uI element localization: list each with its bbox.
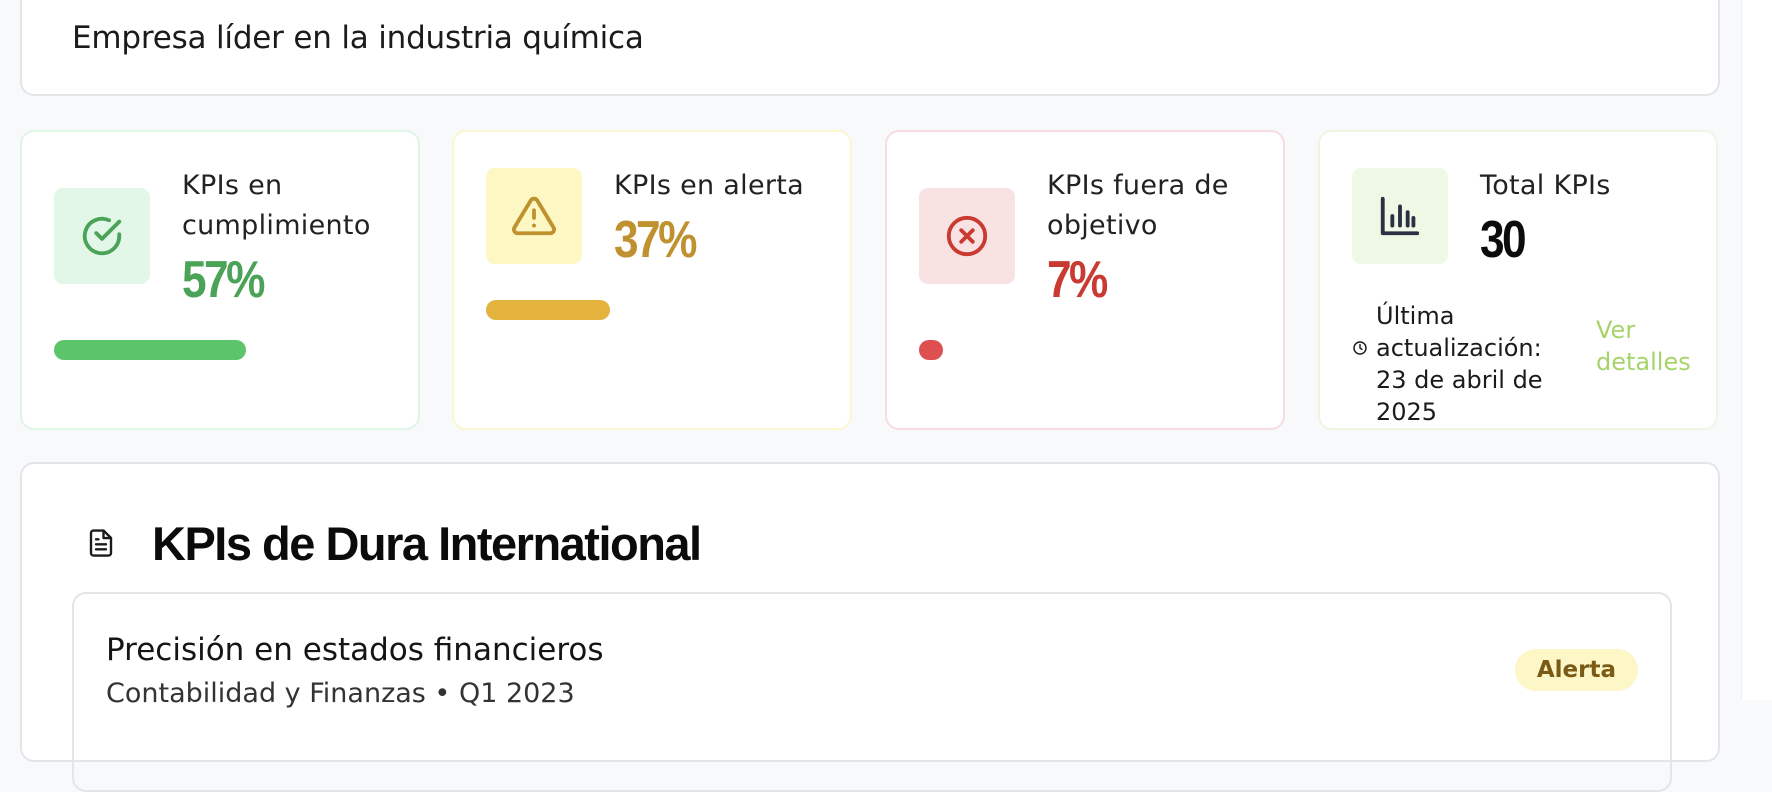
kpi-compliance-label: KPIs en cumplimiento [182, 170, 371, 241]
kpi-off-target-value: 7% [1047, 251, 1108, 309]
kpi-total-label: Total KPIs [1480, 170, 1611, 201]
kpi-off-target-label: KPIs fuera de objetivo [1047, 170, 1229, 241]
section-title: KPIs de Dura International [152, 517, 702, 570]
company-subtitle: Empresa líder en la industria química [72, 20, 644, 56]
view-details-link[interactable]: Ver detalles [1596, 314, 1696, 378]
kpi-card-total: Total KPIs 30 Última actualización: 23 d… [1318, 130, 1718, 430]
x-circle-icon [919, 188, 1015, 284]
kpi-item-title: Precisión en estados financieros [106, 632, 604, 668]
kpi-list-item[interactable]: Precisión en estados financieros Contabi… [72, 592, 1672, 792]
status-badge: Alerta [1514, 649, 1638, 691]
last-updated-text: Última actualización: 23 de abril de 202… [1376, 302, 1543, 426]
company-header-card: Empresa líder en la industria química [20, 0, 1720, 96]
clock-icon [1352, 340, 1368, 360]
kpi-off-target-progress-bar [919, 340, 943, 360]
kpi-item-meta: Contabilidad y Finanzas • Q1 2023 [106, 678, 575, 709]
kpi-card-compliance: KPIs en cumplimiento 57% [20, 130, 420, 430]
kpi-compliance-value: 57% [182, 251, 265, 309]
kpi-card-off-target: KPIs fuera de objetivo 7% [885, 130, 1285, 430]
kpi-alert-progress-bar [486, 300, 610, 320]
kpi-compliance-progress-bar [54, 340, 246, 360]
kpi-alert-label: KPIs en alerta [614, 170, 804, 201]
check-circle-icon [54, 188, 150, 284]
kpi-total-value: 30 [1480, 211, 1527, 269]
bar-chart-icon [1352, 168, 1448, 264]
kpi-card-alert: KPIs en alerta 37% [452, 130, 852, 430]
kpi-alert-value: 37% [614, 211, 697, 269]
document-icon [86, 526, 116, 564]
warning-triangle-icon [486, 168, 582, 264]
scrollbar[interactable] [1741, 0, 1772, 700]
kpi-list-section: KPIs de Dura International Precisión en … [20, 462, 1720, 792]
